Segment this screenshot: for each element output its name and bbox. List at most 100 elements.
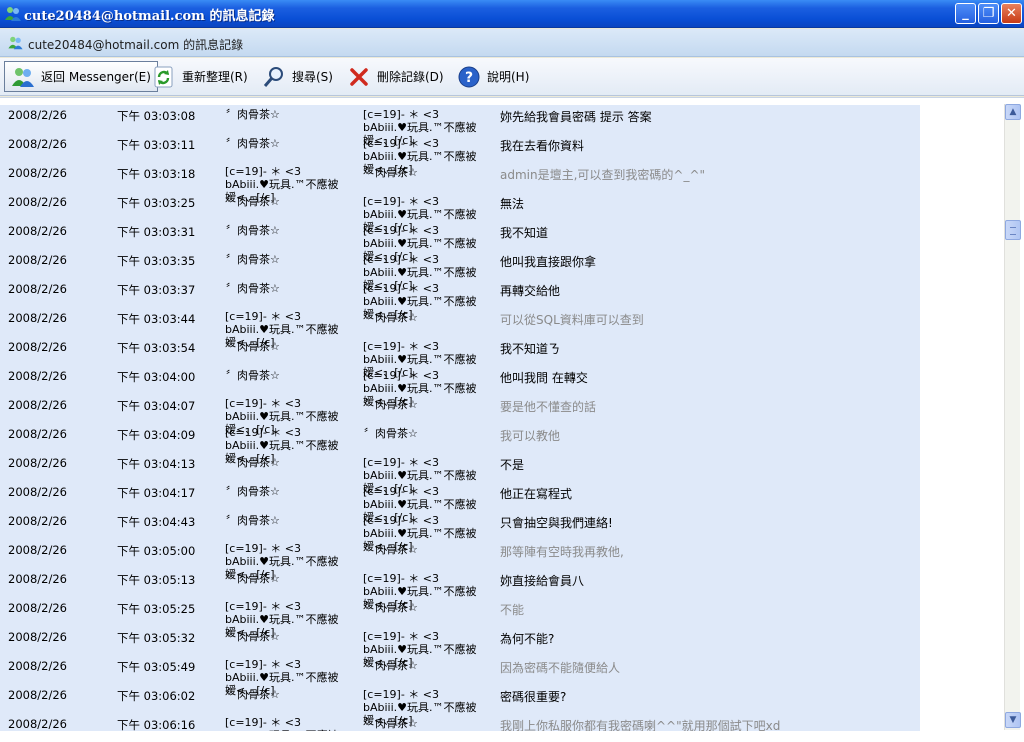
time-cell: 下午 03:06:16 — [117, 718, 196, 731]
messenger-icon — [5, 7, 21, 21]
date-cell: 2008/2/26 — [8, 224, 67, 238]
message-list: 2008/2/26 下午 03:03:08 〞肉骨茶☆ [c=19]- ＊ <3 bA… — [0, 105, 920, 731]
message-cell: 我剛上你私服你都有我密碼喇^^"就用那個試下吧xd — [500, 719, 781, 731]
time-cell: 下午 03:04:07 — [117, 399, 196, 413]
help-label: 說明(H) — [487, 70, 530, 84]
recipient-cell: 〞肉骨茶☆ — [364, 601, 418, 614]
message-cell: 他正在寫程式 — [500, 487, 573, 501]
search-label: 搜尋(S) — [292, 70, 333, 84]
close-button[interactable]: ✕ — [1001, 3, 1022, 24]
time-cell: 下午 03:03:18 — [117, 167, 196, 181]
table-row: 2008/2/26 下午 03:06:16 [c=19]- ＊ <3 bAbiii.… — [0, 714, 920, 731]
search-button[interactable]: 搜尋(S) — [256, 61, 339, 92]
sender-cell: 〞肉骨茶☆ — [226, 108, 280, 121]
sender-cell: 〞肉骨茶☆ — [226, 514, 280, 527]
message-cell: 妳直接給會員八 — [500, 574, 585, 588]
message-cell: 我不知道ㄋ — [500, 342, 561, 356]
back-to-messenger-button[interactable]: 返回 Messenger(E) — [4, 61, 158, 92]
date-cell: 2008/2/26 — [8, 340, 67, 354]
message-cell: 要是他不懂查的話 — [500, 400, 597, 414]
date-cell: 2008/2/26 — [8, 688, 67, 702]
table-row: 2008/2/26 下午 03:05:49 [c=19]- ＊ <3 bAbiii.… — [0, 656, 920, 697]
sender-cell: 〞肉骨茶☆ — [226, 253, 280, 266]
sender-cell: 〞肉骨茶☆ — [226, 456, 280, 469]
date-cell: 2008/2/26 — [8, 282, 67, 296]
sender-cell: 〞肉骨茶☆ — [226, 572, 280, 585]
table-row: 2008/2/26 下午 03:04:09 [c=19]- ＊ <3 bAbiii.… — [0, 424, 920, 465]
sender-cell: 〞肉骨茶☆ — [226, 688, 280, 701]
table-row: 2008/2/26 下午 03:03:31 〞肉骨茶☆ [c=19]- ＊ <3 bA… — [0, 221, 920, 263]
time-cell: 下午 03:04:17 — [117, 486, 196, 500]
delete-history-button[interactable]: 刪除記錄(D) — [341, 61, 450, 92]
time-cell: 下午 03:04:13 — [117, 457, 196, 471]
table-row: 2008/2/26 下午 03:03:54 〞肉骨茶☆ [c=19]- ＊ <3 bA… — [0, 337, 920, 379]
search-icon — [263, 66, 283, 87]
table-row: 2008/2/26 下午 03:05:32 〞肉骨茶☆ [c=19]- ＊ <3 bA… — [0, 627, 920, 669]
time-cell: 下午 03:05:32 — [117, 631, 196, 645]
sender-cell: 〞肉骨茶☆ — [226, 340, 280, 353]
help-button[interactable]: ? 說明(H) — [451, 61, 535, 92]
time-cell: 下午 03:05:25 — [117, 602, 196, 616]
refresh-label: 重新整理(R) — [182, 70, 248, 84]
message-cell: 那等陣有空時我再教他, — [500, 545, 624, 559]
sender-cell: 〞肉骨茶☆ — [226, 630, 280, 643]
date-cell: 2008/2/26 — [8, 659, 67, 673]
toolbar: 返回 Messenger(E) 重新整理(R) 搜尋(S) 刪除記錄(D) ? … — [0, 58, 1024, 96]
table-row: 2008/2/26 下午 03:06:02 〞肉骨茶☆ [c=19]- ＊ <3 bA… — [0, 685, 920, 727]
time-cell: 下午 03:03:31 — [117, 225, 196, 239]
time-cell: 下午 03:03:35 — [117, 254, 196, 268]
table-row: 2008/2/26 下午 03:03:25 〞肉骨茶☆ [c=19]- ＊ <3 bA… — [0, 192, 920, 234]
delete-label: 刪除記錄(D) — [377, 70, 444, 84]
sender-cell: 〞肉骨茶☆ — [226, 224, 280, 237]
scroll-down-button[interactable]: ▼ — [1005, 712, 1021, 728]
scroll-thumb[interactable] — [1005, 220, 1021, 240]
date-cell: 2008/2/26 — [8, 427, 67, 441]
svg-text:?: ? — [465, 70, 473, 86]
date-cell: 2008/2/26 — [8, 369, 67, 383]
message-cell: 再轉交給他 — [500, 284, 561, 298]
sender-cell: 〞肉骨茶☆ — [226, 369, 280, 382]
sender-cell: 〞肉骨茶☆ — [226, 195, 280, 208]
date-cell: 2008/2/26 — [8, 137, 67, 151]
table-row: 2008/2/26 下午 03:04:43 〞肉骨茶☆ [c=19]- ＊ <3 bA… — [0, 511, 920, 553]
sender-cell: 〞肉骨茶☆ — [226, 485, 280, 498]
date-cell: 2008/2/26 — [8, 311, 67, 325]
date-cell: 2008/2/26 — [8, 456, 67, 470]
message-cell: 妳先給我會員密碼 提示 答案 — [500, 110, 652, 124]
recipient-cell: 〞肉骨茶☆ — [364, 427, 418, 440]
delete-icon — [350, 67, 368, 86]
header-band: cute20484@hotmail.com 的訊息記錄 — [0, 29, 1024, 57]
refresh-icon — [154, 66, 173, 87]
sender-cell: 〞肉骨茶☆ — [226, 282, 280, 295]
recipient-cell: 〞肉骨茶☆ — [364, 398, 418, 411]
date-cell: 2008/2/26 — [8, 108, 67, 122]
maximize-button[interactable]: ❐ — [978, 3, 999, 24]
message-cell: 不能 — [500, 603, 525, 617]
date-cell: 2008/2/26 — [8, 485, 67, 499]
table-row: 2008/2/26 下午 03:03:18 [c=19]- ＊ <3 bAbiii.… — [0, 163, 920, 204]
vertical-scrollbar[interactable]: ▲ ▼ — [1004, 104, 1021, 730]
minimize-button[interactable]: _ — [955, 3, 976, 24]
table-row: 2008/2/26 下午 03:05:00 [c=19]- ＊ <3 bAbiii.… — [0, 540, 920, 581]
message-cell: 他叫我問 在轉交 — [500, 371, 588, 385]
time-cell: 下午 03:03:44 — [117, 312, 196, 326]
sender-cell: 〞肉骨茶☆ — [226, 137, 280, 150]
scroll-up-button[interactable]: ▲ — [1005, 104, 1021, 120]
table-row: 2008/2/26 下午 03:05:13 〞肉骨茶☆ [c=19]- ＊ <3 bA… — [0, 569, 920, 611]
message-cell: 為何不能? — [500, 632, 555, 646]
message-cell: 不是 — [500, 458, 525, 472]
refresh-button[interactable]: 重新整理(R) — [146, 61, 254, 92]
header-title: cute20484@hotmail.com 的訊息記錄 — [28, 38, 244, 52]
time-cell: 下午 03:04:00 — [117, 370, 196, 384]
message-cell: 無法 — [500, 197, 525, 211]
time-cell: 下午 03:03:54 — [117, 341, 196, 355]
table-row: 2008/2/26 下午 03:04:17 〞肉骨茶☆ [c=19]- ＊ <3 bA… — [0, 482, 920, 524]
help-icon: ? — [458, 66, 480, 87]
table-row: 2008/2/26 下午 03:04:13 〞肉骨茶☆ [c=19]- ＊ <3 bA… — [0, 453, 920, 495]
recipient-cell: 〞肉骨茶☆ — [364, 166, 418, 179]
message-cell: 我不知道 — [500, 226, 549, 240]
message-cell: 密碼很重要? — [500, 690, 567, 704]
table-row: 2008/2/26 下午 03:03:44 [c=19]- ＊ <3 bAbiii.… — [0, 308, 920, 349]
message-cell: 他叫我直接跟你拿 — [500, 255, 597, 269]
table-row: 2008/2/26 下午 03:04:00 〞肉骨茶☆ [c=19]- ＊ <3 bA… — [0, 366, 920, 408]
